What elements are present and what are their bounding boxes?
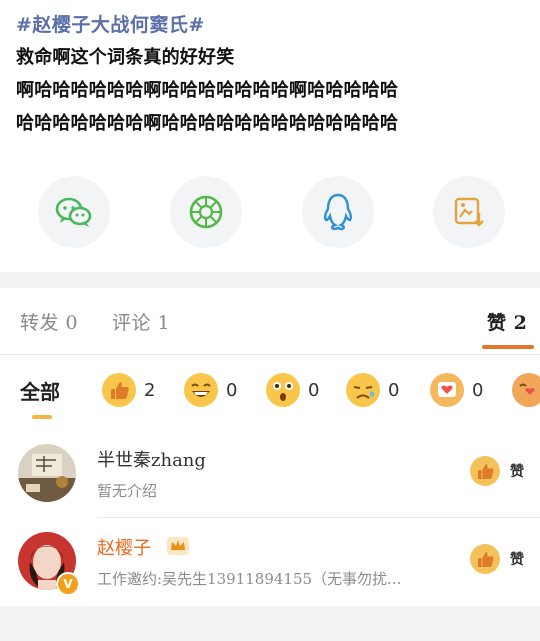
post-hashtag[interactable]: #赵樱子大战何窦氏# <box>16 10 205 37</box>
user-name[interactable]: 赵樱子 <box>97 534 151 560</box>
vip-crown-icon <box>166 534 190 560</box>
reaction-filter-heart[interactable]: 0 <box>430 373 483 407</box>
post-content: #赵樱子大战何窦氏# 救命啊这个词条真的好好笑 啊哈哈哈哈哈哈啊哈哈哈哈哈哈哈啊… <box>0 0 540 272</box>
reaction-count-heart: 0 <box>472 379 484 401</box>
post-text-line-3: 哈哈哈哈哈哈哈啊哈哈哈哈哈哈哈哈哈哈哈哈哈 <box>16 113 399 134</box>
post-text-line-2: 啊哈哈哈哈哈哈啊哈哈哈哈哈哈哈啊哈哈哈哈哈 <box>16 80 399 101</box>
save-image-button[interactable] <box>433 176 505 248</box>
tab-comments[interactable]: 评论 1 <box>112 308 170 335</box>
share-wechat-button[interactable] <box>38 176 110 248</box>
thumbs-up-icon <box>102 373 136 407</box>
user-description: 暂无介绍 <box>97 482 158 500</box>
tab-likes[interactable]: 赞 2 <box>487 308 527 335</box>
avatar[interactable] <box>18 444 76 502</box>
heart-icon <box>430 373 464 407</box>
thumbs-up-icon <box>470 544 500 574</box>
like-user-row[interactable]: V 赵樱子 工作邀约:吴先生13911894155（无事勿扰... 赞 <box>0 520 540 606</box>
reaction-filter-sad[interactable]: 0 <box>346 373 399 407</box>
sad-icon <box>346 373 380 407</box>
moments-icon <box>189 195 223 229</box>
section-divider <box>0 272 540 288</box>
interaction-tabs: 转发 0 评论 1 赞 2 <box>0 288 540 355</box>
reaction-count-laugh: 0 <box>226 379 238 401</box>
like-label: 赞 <box>510 552 524 568</box>
tab-repost[interactable]: 转发 0 <box>20 308 78 335</box>
reaction-filter-surprised[interactable]: 0 <box>266 373 319 407</box>
like-user-row[interactable]: 半世秦zhang 暂无介绍 赞 <box>0 432 540 518</box>
reaction-filter-all[interactable]: 全部 <box>20 376 60 405</box>
like-label: 赞 <box>510 464 524 480</box>
surprised-icon <box>266 373 300 407</box>
post-text-line-1: 救命啊这个词条真的好好笑 <box>16 47 235 68</box>
qq-icon <box>323 193 353 231</box>
list-divider <box>97 517 540 518</box>
reaction-filter-like[interactable]: 2 <box>102 373 155 407</box>
kiss-icon <box>512 373 540 407</box>
reaction-filter-row: 全部 2 0 0 0 0 <box>0 358 540 424</box>
wechat-icon <box>55 197 92 227</box>
reaction-count-like: 2 <box>144 379 156 401</box>
save-image-icon <box>454 197 484 227</box>
laugh-icon <box>184 373 218 407</box>
reaction-filter-indicator <box>32 415 52 419</box>
reaction-count-surprised: 0 <box>308 379 320 401</box>
user-name[interactable]: 半世秦zhang <box>97 446 206 472</box>
verified-badge-icon: V <box>56 572 80 596</box>
thumbs-up-icon <box>470 456 500 486</box>
active-tab-indicator <box>482 345 534 349</box>
bottom-divider <box>0 606 540 641</box>
reaction-filter-more[interactable] <box>512 373 540 407</box>
reaction-filter-laugh[interactable]: 0 <box>184 373 237 407</box>
share-row <box>0 176 540 248</box>
share-moments-button[interactable] <box>170 176 242 248</box>
reaction-count-sad: 0 <box>388 379 400 401</box>
user-description: 工作邀约:吴先生13911894155（无事勿扰... <box>97 570 402 588</box>
share-qq-button[interactable] <box>302 176 374 248</box>
